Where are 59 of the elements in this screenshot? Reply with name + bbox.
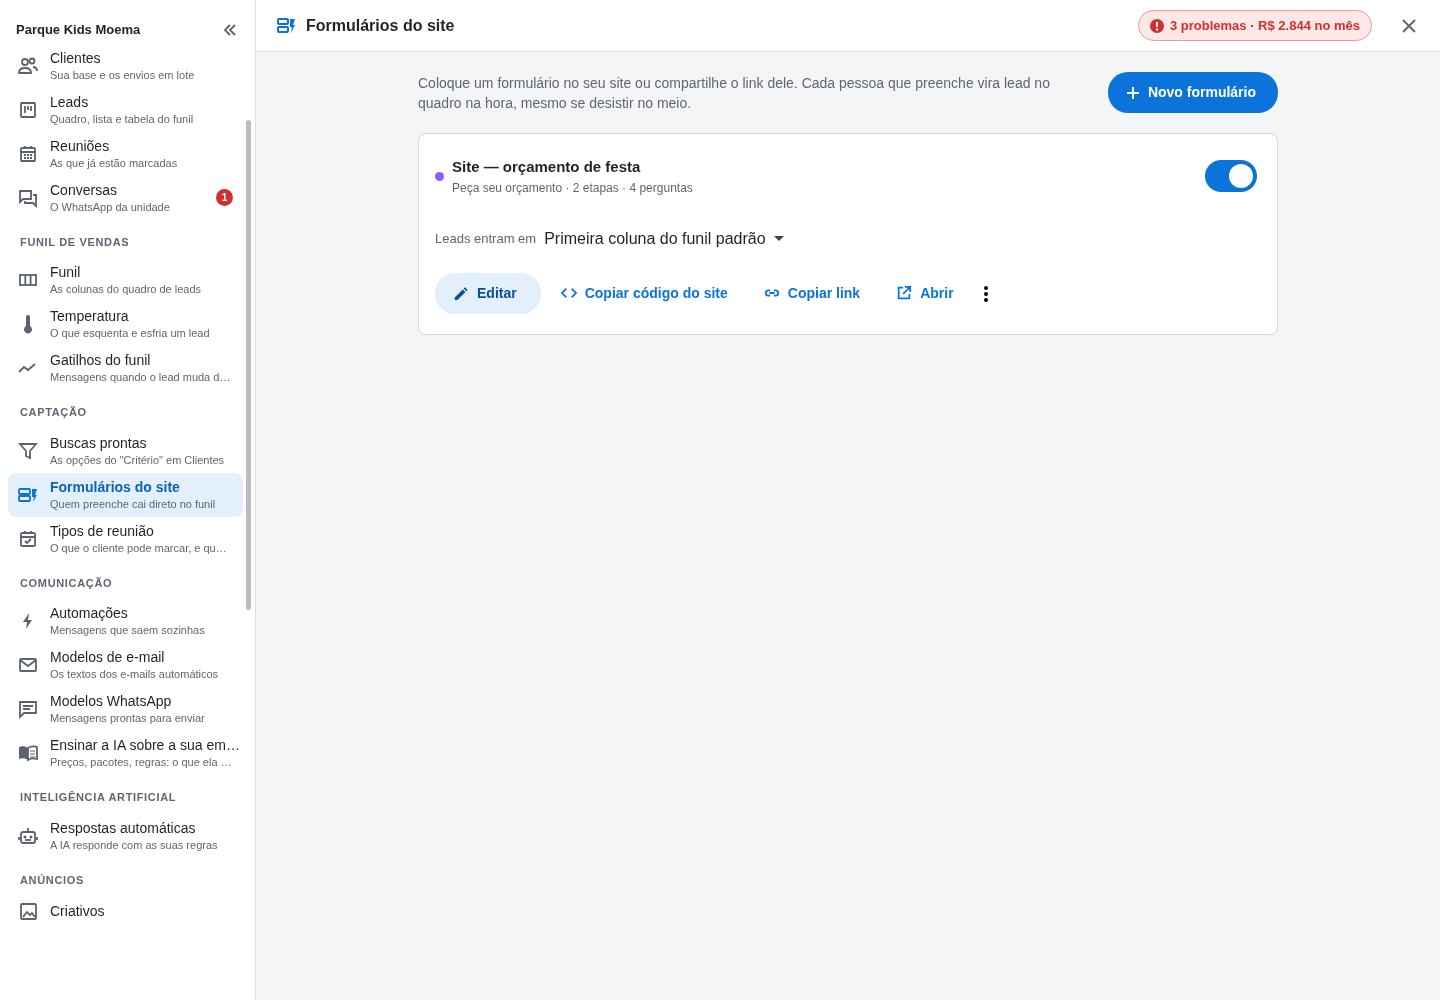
sidebar-item[interactable]: Conversas O WhatsApp da unidade 1 (8, 175, 243, 220)
more-vertical-icon (983, 285, 988, 302)
section-heading: INTELIGÊNCIA ARTIFICIAL (19, 790, 178, 805)
section-heading: CAPTAÇÃO (19, 405, 88, 420)
calendar-icon (18, 143, 38, 164)
sidebar-item[interactable]: Funil As colunas do quadro de leads (8, 258, 243, 302)
close-icon (1402, 19, 1416, 34)
caret-icon (773, 236, 784, 241)
sidebar-item[interactable]: Ensinar a IA sobre a sua em… Preços, pacotes, regras: o que ela … (8, 731, 243, 775)
sidebar-item[interactable]: Leads Quadro, lista e tabela do funil (8, 87, 243, 132)
page-title: Formulários do site (306, 15, 455, 36)
code-button[interactable]: Copiar código do site (544, 272, 744, 314)
filter-icon (18, 440, 38, 461)
double-chevron-left-icon (223, 22, 237, 37)
board-icon (18, 99, 38, 120)
destination-dropdown[interactable]: Primeira coluna do funil padrão (544, 226, 784, 251)
problems-alert-badge[interactable]: 3 problemas · R$ 2.844 no mês (1137, 9, 1372, 42)
sidebar-item[interactable]: Respostas automáticas A IA responde com as suas regras (8, 813, 243, 858)
workspace-name: Parque Kids Moema (16, 21, 141, 39)
calendar-check-icon (18, 528, 38, 549)
sidebar-item[interactable]: Temperatura O que esquenta e esfria um lead (8, 302, 243, 346)
alert-icon (1149, 18, 1164, 33)
open-button[interactable]: Abrir (880, 272, 970, 314)
pencil-icon (453, 285, 469, 301)
unread-count-badge: 1 (216, 189, 233, 206)
mail-icon (18, 655, 38, 675)
new-form-button[interactable]: Novo formulário (1107, 72, 1278, 113)
sidebar-item[interactable]: Buscas prontas As opções do "Critério" em Clientes (8, 428, 243, 473)
scrollbar[interactable] (246, 120, 251, 610)
form-toggle[interactable] (1205, 160, 1257, 193)
sidebar-item[interactable]: Gatilhos do funil Mensagens quando o lead muda d… (8, 346, 243, 390)
sidebar-item[interactable]: Reuniões As que já estão marcadas (8, 131, 243, 176)
sidebar-item[interactable]: Modelos WhatsApp Mensagens prontas para enviar (8, 687, 243, 731)
collapse-sidebar-button[interactable] (223, 22, 237, 37)
sidebar-item[interactable]: Automações Mensagens que saem sozinhas (8, 599, 243, 643)
link-button[interactable]: Copiar link (747, 272, 877, 314)
intro-text: Coloque um formulário no seu site ou compartilhe o link dele. Cada pessoa que preenche vira lead no quadro na hora, mesmo se desistir no meio. (418, 73, 1051, 113)
section-heading: FUNIL DE VENDAS (19, 234, 131, 250)
form-details: Peça seu orçamento · 2 etapas · 4 perguntas (452, 179, 693, 197)
sidebar-item[interactable]: Tipos de reunião O que o cliente pode marcar, e qu… (8, 516, 243, 561)
section-heading: ANÚNCIOS (19, 872, 85, 888)
robot-icon (18, 825, 38, 846)
form-icon (276, 15, 296, 36)
image-icon (18, 901, 38, 921)
sidebar-item[interactable]: Formulários do site Quem preenche cai direto no funil (8, 472, 243, 517)
form-name: Site — orçamento de festa (452, 157, 642, 177)
edit-button[interactable]: Editar (435, 272, 541, 314)
external-link-icon (896, 285, 913, 301)
destination-label: Leads entram em (435, 229, 537, 248)
plus-icon (1125, 85, 1140, 100)
book-icon (18, 743, 38, 763)
sidebar-item[interactable]: Modelos de e-mail Os textos dos e-mails automáticos (8, 643, 243, 687)
section-heading: COMUNICAÇÃO (19, 575, 114, 591)
sidebar-item[interactable]: Criativos (8, 896, 243, 926)
sidebar-item[interactable]: Clientes Sua base e os envios em lote (8, 43, 243, 88)
people-icon (18, 55, 38, 76)
message-icon (18, 699, 38, 719)
chat-icon (18, 187, 38, 208)
code-icon (560, 285, 577, 301)
